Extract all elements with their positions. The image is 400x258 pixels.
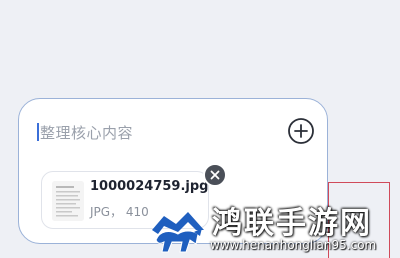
- watermark-url: www.henanhonglian95.com: [210, 238, 377, 252]
- prompt-placeholder: 整理核心内容: [40, 123, 134, 142]
- watermark: 鸿联手游网 www.henanhonglian95.com: [150, 198, 400, 258]
- prompt-input[interactable]: 整理核心内容: [37, 121, 133, 143]
- bull-logo-icon: [152, 212, 204, 253]
- add-attachment-button[interactable]: [287, 117, 315, 145]
- screen: 整理核心内容 1000024759.jpg JPG， 410 鸿联手游网 www…: [0, 0, 400, 258]
- attachment-file-name: 1000024759.jpg: [90, 179, 209, 194]
- close-icon: [210, 170, 220, 180]
- attachment-file-meta: JPG， 410: [90, 205, 149, 219]
- text-caret: [37, 123, 39, 141]
- document-thumbnail-icon: [52, 181, 84, 221]
- remove-attachment-button[interactable]: [203, 163, 227, 187]
- watermark-title: 鸿联手游网: [212, 206, 372, 241]
- plus-circle-icon: [288, 118, 314, 144]
